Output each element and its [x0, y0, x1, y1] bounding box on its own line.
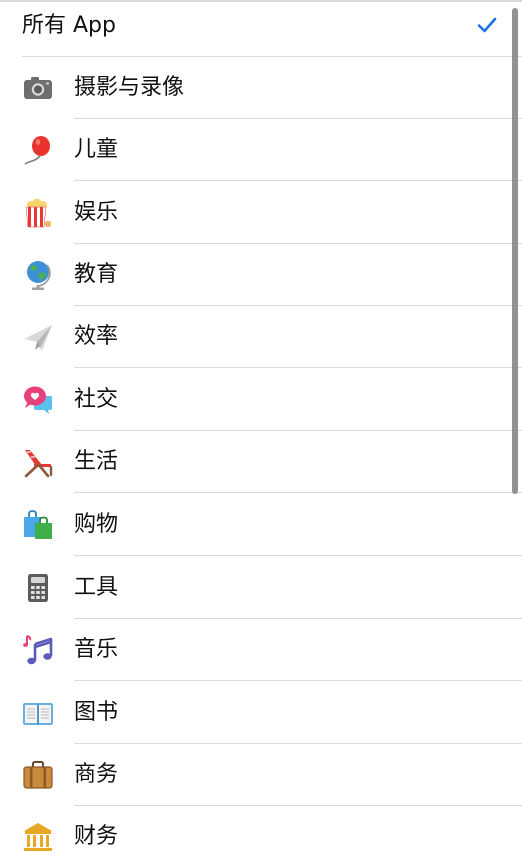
category-label: 社交 — [74, 387, 119, 412]
category-row-education[interactable]: 教育 — [0, 244, 522, 306]
calculator-icon — [28, 574, 48, 602]
camera-icon — [24, 77, 52, 99]
row-separator — [74, 180, 522, 181]
category-label: 购物 — [74, 512, 119, 537]
category-label: 效率 — [74, 324, 119, 349]
category-row-business[interactable]: 商务 — [0, 744, 522, 806]
category-row-utilities[interactable]: 工具 — [0, 557, 522, 619]
category-row-books[interactable]: 图书 — [0, 682, 522, 744]
category-label: 摄影与录像 — [74, 75, 185, 100]
category-row-productivity[interactable]: 效率 — [0, 306, 522, 368]
category-label: 生活 — [74, 449, 119, 474]
bank-icon — [24, 823, 52, 851]
category-label: 工具 — [74, 575, 119, 600]
category-row-photo-video[interactable]: 摄影与录像 — [0, 57, 522, 119]
globe-icon — [27, 261, 51, 290]
paper-plane-icon — [24, 325, 52, 351]
category-row-finance[interactable]: 财务 — [0, 806, 522, 868]
category-row-all-apps[interactable]: 所有 App — [0, 0, 522, 57]
music-notes-icon — [23, 635, 53, 665]
open-book-icon — [23, 703, 53, 725]
chat-bubbles-icon — [24, 386, 52, 414]
row-separator — [74, 367, 522, 368]
row-separator — [74, 555, 522, 556]
category-label: 图书 — [74, 700, 119, 725]
popcorn-icon — [25, 198, 52, 228]
category-row-shopping[interactable]: 购物 — [0, 494, 522, 556]
shopping-bags-icon — [24, 510, 52, 539]
balloon-icon — [24, 136, 50, 165]
category-label: 所有 App — [22, 13, 116, 38]
scrollbar[interactable] — [512, 8, 518, 494]
row-separator — [74, 492, 522, 493]
category-row-social[interactable]: 社交 — [0, 369, 522, 431]
category-label: 财务 — [74, 824, 119, 849]
row-separator — [74, 680, 522, 681]
category-label: 商务 — [74, 762, 119, 787]
checkmark-icon — [477, 17, 497, 33]
beach-chair-icon — [24, 450, 53, 478]
category-row-kids[interactable]: 儿童 — [0, 119, 522, 181]
category-row-lifestyle[interactable]: 生活 — [0, 431, 522, 493]
category-row-music[interactable]: 音乐 — [0, 619, 522, 681]
category-label: 儿童 — [74, 137, 119, 162]
category-label: 教育 — [74, 262, 119, 287]
briefcase-icon — [23, 761, 53, 789]
category-row-entertainment[interactable]: 娱乐 — [0, 182, 522, 244]
category-label: 娱乐 — [74, 200, 119, 225]
category-label: 音乐 — [74, 637, 119, 662]
